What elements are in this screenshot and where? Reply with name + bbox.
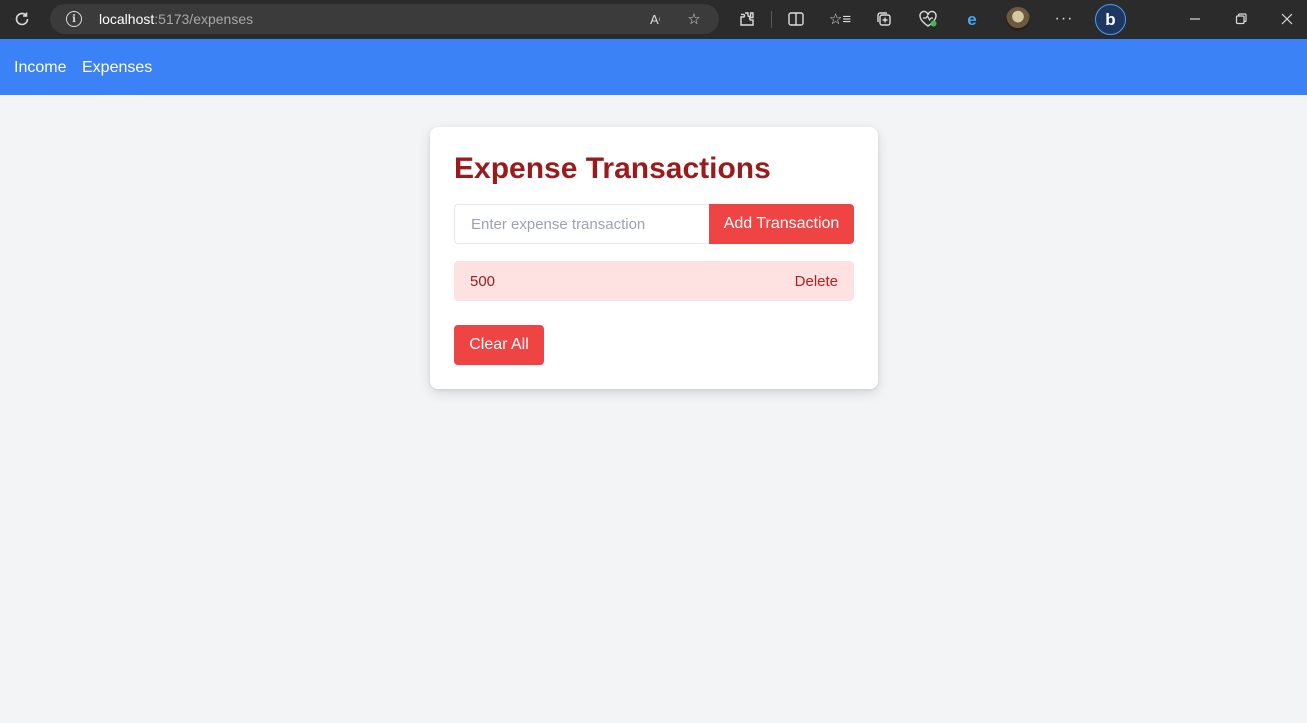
minimize-icon[interactable] — [1184, 8, 1206, 30]
read-aloud-icon[interactable]: Aₗ — [644, 8, 666, 30]
transaction-row: 500 Delete — [454, 261, 854, 301]
profile-avatar[interactable] — [1006, 7, 1030, 31]
collections-icon[interactable] — [873, 8, 895, 30]
transaction-amount: 500 — [470, 273, 496, 290]
browser-toolbar: i localhost:5173/expenses Aₗ ☆ ☆≡ e ··· … — [0, 0, 1307, 39]
bing-copilot-icon[interactable]: b — [1095, 4, 1126, 35]
close-icon[interactable] — [1276, 8, 1298, 30]
favorites-icon[interactable]: ☆≡ — [829, 8, 851, 30]
add-transaction-button[interactable]: Add Transaction — [709, 204, 854, 244]
split-screen-icon[interactable] — [785, 8, 807, 30]
edge-icon[interactable]: e — [961, 8, 983, 30]
nav-link-expenses[interactable]: Expenses — [82, 59, 152, 77]
toolbar-divider — [771, 11, 772, 28]
browser-essentials-icon[interactable] — [917, 8, 939, 30]
add-favorite-icon[interactable]: ☆ — [683, 8, 705, 30]
url-text[interactable]: localhost:5173/expenses — [99, 11, 253, 27]
page-title: Expense Transactions — [454, 152, 771, 185]
address-bar[interactable]: i localhost:5173/expenses Aₗ ☆ — [50, 4, 719, 34]
site-info-icon[interactable]: i — [66, 11, 82, 27]
expense-card: Expense Transactions Add Transaction 500… — [430, 127, 878, 389]
app-navbar: Income Expenses — [0, 39, 1307, 95]
expense-input[interactable] — [454, 204, 709, 244]
delete-button[interactable]: Delete — [795, 273, 838, 290]
restore-icon[interactable] — [1230, 8, 1252, 30]
nav-link-income[interactable]: Income — [14, 59, 66, 77]
extensions-icon[interactable] — [736, 8, 758, 30]
more-icon[interactable]: ··· — [1053, 8, 1075, 30]
clear-all-button[interactable]: Clear All — [454, 325, 544, 365]
reload-icon[interactable] — [11, 8, 33, 30]
